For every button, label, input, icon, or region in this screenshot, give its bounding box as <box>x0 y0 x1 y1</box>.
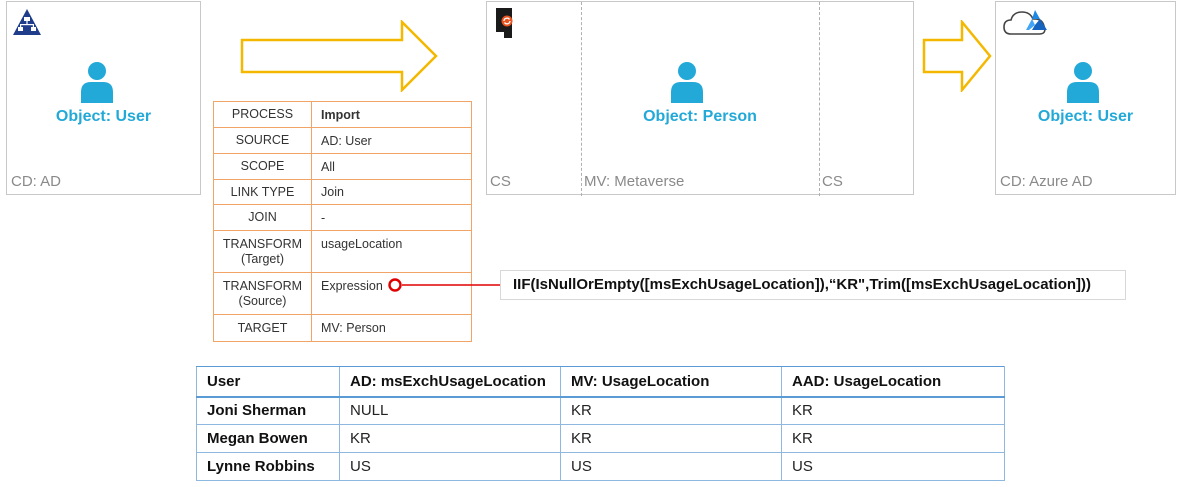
source-object-label: Object: User <box>55 108 152 125</box>
process-key: SCOPE <box>213 153 312 180</box>
metaverse-label: MV: Metaverse <box>584 173 685 190</box>
user-person-icon <box>1067 62 1099 103</box>
flow-arrow-right-icon <box>240 20 438 92</box>
table-row: Megan Bowen KR KR KR <box>196 424 1005 453</box>
target-object-label: Object: User <box>1037 108 1134 125</box>
source-ad-panel: Object: User CD: AD <box>6 1 201 195</box>
process-key: TRANSFORM (Target) <box>213 230 312 273</box>
flow-arrow-right-icon <box>922 20 992 92</box>
cs-right-label: CS <box>822 173 843 190</box>
process-key: TRANSFORM (Source) <box>213 272 312 315</box>
cs-divider-right <box>819 2 820 196</box>
process-key: TARGET <box>213 314 312 342</box>
table-header-row: User AD: msExchUsageLocation MV: UsageLo… <box>196 366 1005 398</box>
table-cell: US <box>560 452 782 481</box>
process-key: LINK TYPE <box>213 179 312 205</box>
metaverse-object-label: Object: Person <box>643 108 757 125</box>
table-row: Lynne Robbins US US US <box>196 452 1005 481</box>
user-name-cell: Lynne Robbins <box>196 452 340 481</box>
table-cell: KR <box>781 396 1005 425</box>
process-value: Join <box>311 179 472 205</box>
process-row: PROCESS Import <box>213 101 472 128</box>
column-header: MV: UsageLocation <box>560 366 782 398</box>
target-panel-label: CD: Azure AD <box>1000 173 1093 190</box>
process-rule-table: PROCESS Import SOURCE AD: User SCOPE All… <box>213 101 472 342</box>
process-row: JOIN - <box>213 204 472 231</box>
process-value: MV: Person <box>311 314 472 342</box>
process-value: usageLocation <box>311 230 472 273</box>
process-row: SOURCE AD: User <box>213 127 472 154</box>
process-row: TARGET MV: Person <box>213 314 472 342</box>
table-cell: US <box>339 452 561 481</box>
user-name-cell: Megan Bowen <box>196 424 340 453</box>
user-person-icon <box>81 62 113 103</box>
table-row: Joni Sherman NULL KR KR <box>196 396 1005 425</box>
table-cell: US <box>781 452 1005 481</box>
process-value: AD: User <box>311 127 472 154</box>
expression-connector <box>388 278 500 292</box>
table-cell: NULL <box>339 396 561 425</box>
usage-location-table: User AD: msExchUsageLocation MV: UsageLo… <box>196 366 1005 481</box>
ad-hierarchy-icon <box>13 9 41 35</box>
cs-divider-left <box>581 2 582 196</box>
user-name-cell: Joni Sherman <box>196 396 340 425</box>
process-value: All <box>311 153 472 180</box>
azure-cloud-icon <box>1003 10 1047 35</box>
column-header: AD: msExchUsageLocation <box>339 366 561 398</box>
process-row: TRANSFORM (Target) usageLocation <box>213 230 472 273</box>
table-cell: KR <box>560 396 782 425</box>
process-key: SOURCE <box>213 127 312 154</box>
sync-engine-panel: Object: Person CS MV: Metaverse CS <box>486 1 914 196</box>
table-cell: KR <box>781 424 1005 453</box>
process-value: Import <box>311 101 472 128</box>
process-row: SCOPE All <box>213 153 472 180</box>
column-header: User <box>196 366 340 398</box>
table-cell: KR <box>560 424 782 453</box>
sync-server-icon <box>496 8 513 38</box>
target-azure-ad-panel: Object: User CD: Azure AD <box>995 1 1176 195</box>
expression-formula: IIF(IsNullOrEmpty([msExchUsageLocation])… <box>500 270 1126 300</box>
process-value: - <box>311 204 472 231</box>
process-key: JOIN <box>213 204 312 231</box>
cs-left-label: CS <box>490 173 511 190</box>
person-icon <box>671 62 703 103</box>
column-header: AAD: UsageLocation <box>781 366 1005 398</box>
source-panel-label: CD: AD <box>11 173 62 190</box>
table-cell: KR <box>339 424 561 453</box>
process-row: LINK TYPE Join <box>213 179 472 205</box>
process-key: PROCESS <box>213 101 312 128</box>
